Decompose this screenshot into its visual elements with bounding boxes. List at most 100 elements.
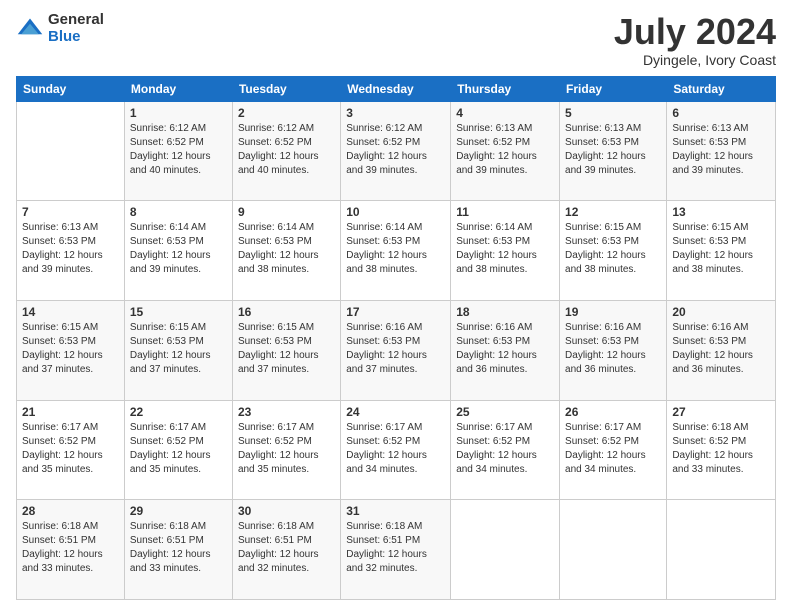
calendar-cell: 27Sunrise: 6:18 AMSunset: 6:52 PMDayligh… [667,400,776,500]
calendar-table: SundayMondayTuesdayWednesdayThursdayFrid… [16,76,776,600]
calendar-cell: 13 Sunrise: 6:15 AMSunset: 6:53 PMDayligh… [667,201,776,301]
day-info: Sunrise: 6:13 AMSunset: 6:53 PMDaylight:… [565,122,661,178]
logo-icon [16,15,44,43]
month-title: July 2024 [614,12,776,52]
day-number: 19 [565,305,661,319]
day-info: Sunrise: 6:16 AMSunset: 6:53 PMDaylight:… [672,321,770,377]
day-number: 31 [346,504,445,518]
day-info: Sunrise: 6:15 AMSunset: 6:53 PMDaylight:… [238,321,335,377]
calendar-cell: 14 Sunrise: 6:15 AMSunset: 6:53 PMDayligh… [17,300,125,400]
header-friday: Friday [560,76,667,101]
day-info: Sunrise: 6:16 AMSunset: 6:53 PMDaylight:… [456,321,554,377]
header: General Blue July 2024 Dyingele, Ivory C… [16,12,776,68]
logo-blue: Blue [48,28,81,45]
calendar-cell: 30Sunrise: 6:18 AMSunset: 6:51 PMDayligh… [232,500,340,600]
day-info: Sunrise: 6:14 AMSunset: 6:53 PMDaylight:… [346,221,445,277]
location: Dyingele, Ivory Coast [614,52,776,68]
day-info: Sunrise: 6:18 AMSunset: 6:51 PMDaylight:… [22,520,119,576]
day-info: Sunrise: 6:17 AMSunset: 6:52 PMDaylight:… [456,421,554,477]
day-number: 28 [22,504,119,518]
calendar-cell: 8 Sunrise: 6:14 AMSunset: 6:53 PMDaylight… [124,201,232,301]
day-number: 8 [130,205,227,219]
week-row-2: 14 Sunrise: 6:15 AMSunset: 6:53 PMDayligh… [17,300,776,400]
week-row-4: 28 Sunrise: 6:18 AMSunset: 6:51 PMDayligh… [17,500,776,600]
calendar-cell: 1Sunrise: 6:12 AMSunset: 6:52 PMDaylight… [124,101,232,201]
day-number: 7 [22,205,119,219]
calendar-cell: 16Sunrise: 6:15 AMSunset: 6:53 PMDayligh… [232,300,340,400]
day-info: Sunrise: 6:17 AMSunset: 6:52 PMDaylight:… [346,421,445,477]
calendar-cell: 18 Sunrise: 6:16 AMSunset: 6:53 PMDayligh… [451,300,560,400]
day-info: Sunrise: 6:17 AMSunset: 6:52 PMDaylight:… [238,421,335,477]
day-info: Sunrise: 6:16 AMSunset: 6:53 PMDaylight:… [346,321,445,377]
day-info: Sunrise: 6:12 AMSunset: 6:52 PMDaylight:… [238,122,335,178]
calendar-cell: 15 Sunrise: 6:15 AMSunset: 6:53 PMDayligh… [124,300,232,400]
logo: General Blue [16,12,104,45]
day-info: Sunrise: 6:14 AMSunset: 6:53 PMDaylight:… [130,221,227,277]
calendar-cell: 4Sunrise: 6:13 AMSunset: 6:52 PMDaylight… [451,101,560,201]
day-number: 6 [672,106,770,120]
header-monday: Monday [124,76,232,101]
day-info: Sunrise: 6:14 AMSunset: 6:53 PMDaylight:… [456,221,554,277]
week-row-1: 7 Sunrise: 6:13 AMSunset: 6:53 PMDaylight… [17,201,776,301]
day-number: 12 [565,205,661,219]
day-number: 25 [456,405,554,419]
calendar-cell: 11 Sunrise: 6:14 AMSunset: 6:53 PMDayligh… [451,201,560,301]
day-number: 14 [22,305,119,319]
logo-general: General [48,11,104,28]
calendar-cell: 21Sunrise: 6:17 AMSunset: 6:52 PMDayligh… [17,400,125,500]
day-info: Sunrise: 6:17 AMSunset: 6:52 PMDaylight:… [130,421,227,477]
day-number: 27 [672,405,770,419]
header-row: SundayMondayTuesdayWednesdayThursdayFrid… [17,76,776,101]
week-row-0: 1Sunrise: 6:12 AMSunset: 6:52 PMDaylight… [17,101,776,201]
day-number: 17 [346,305,445,319]
calendar-cell: 23 Sunrise: 6:17 AMSunset: 6:52 PMDayligh… [232,400,340,500]
week-row-3: 21 Sunrise: 6:17 AMSunset: 6:52 PMDayligh… [17,400,776,500]
day-number: 15 [130,305,227,319]
calendar-cell: 9Sunrise: 6:14 AMSunset: 6:53 PMDaylight… [232,201,340,301]
calendar-cell: 20 Sunrise: 6:16 AMSunset: 6:53 PMDayligh… [667,300,776,400]
calendar-cell: 2Sunrise: 6:12 AMSunset: 6:52 PMDaylight… [232,101,340,201]
day-number: 9 [238,205,335,219]
header-sunday: Sunday [17,76,125,101]
calendar-cell [17,101,125,201]
calendar-cell [451,500,560,600]
day-info: Sunrise: 6:16 AMSunset: 6:53 PMDaylight:… [565,321,661,377]
day-number: 26 [565,405,661,419]
calendar-cell: 12Sunrise: 6:15 AMSunset: 6:53 PMDayligh… [560,201,667,301]
day-info: Sunrise: 6:12 AMSunset: 6:52 PMDaylight:… [346,122,445,178]
calendar-cell: 28 Sunrise: 6:18 AMSunset: 6:51 PMDayligh… [17,500,125,600]
day-number: 11 [456,205,554,219]
calendar-cell: 10 Sunrise: 6:14 AMSunset: 6:53 PMDayligh… [341,201,451,301]
day-number: 22 [130,405,227,419]
day-info: Sunrise: 6:12 AMSunset: 6:52 PMDaylight:… [130,122,227,178]
calendar-cell: 24Sunrise: 6:17 AMSunset: 6:52 PMDayligh… [341,400,451,500]
day-number: 13 [672,205,770,219]
day-number: 3 [346,106,445,120]
calendar-cell: 25 Sunrise: 6:17 AMSunset: 6:52 PMDayligh… [451,400,560,500]
header-saturday: Saturday [667,76,776,101]
day-info: Sunrise: 6:15 AMSunset: 6:53 PMDaylight:… [130,321,227,377]
day-info: Sunrise: 6:15 AMSunset: 6:53 PMDaylight:… [672,221,770,277]
day-info: Sunrise: 6:18 AMSunset: 6:51 PMDaylight:… [238,520,335,576]
calendar-cell: 17 Sunrise: 6:16 AMSunset: 6:53 PMDayligh… [341,300,451,400]
day-number: 21 [22,405,119,419]
calendar-cell [560,500,667,600]
calendar-cell [667,500,776,600]
day-info: Sunrise: 6:15 AMSunset: 6:53 PMDaylight:… [22,321,119,377]
day-number: 4 [456,106,554,120]
day-number: 23 [238,405,335,419]
day-number: 18 [456,305,554,319]
day-info: Sunrise: 6:13 AMSunset: 6:53 PMDaylight:… [22,221,119,277]
day-number: 20 [672,305,770,319]
calendar-cell: 7 Sunrise: 6:13 AMSunset: 6:53 PMDaylight… [17,201,125,301]
day-info: Sunrise: 6:13 AMSunset: 6:53 PMDaylight:… [672,122,770,178]
calendar-page: General Blue July 2024 Dyingele, Ivory C… [0,0,792,612]
day-info: Sunrise: 6:17 AMSunset: 6:52 PMDaylight:… [565,421,661,477]
calendar-cell: 19 Sunrise: 6:16 AMSunset: 6:53 PMDayligh… [560,300,667,400]
calendar-cell: 26 Sunrise: 6:17 AMSunset: 6:52 PMDayligh… [560,400,667,500]
header-tuesday: Tuesday [232,76,340,101]
calendar-cell: 5Sunrise: 6:13 AMSunset: 6:53 PMDaylight… [560,101,667,201]
header-thursday: Thursday [451,76,560,101]
day-number: 10 [346,205,445,219]
logo-text: General Blue [48,12,104,45]
